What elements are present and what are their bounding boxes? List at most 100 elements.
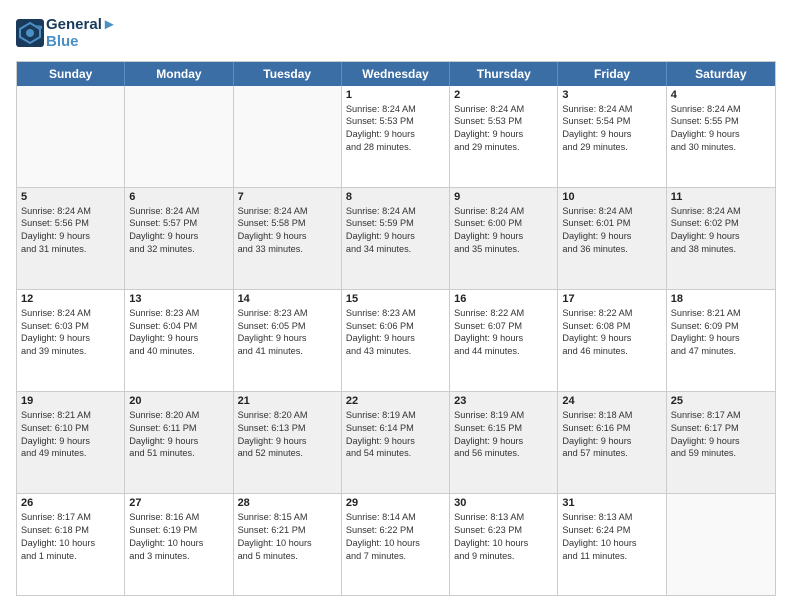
cell-info: Sunrise: 8:24 AM Sunset: 6:01 PM Dayligh… (562, 205, 661, 257)
cal-cell (234, 86, 342, 187)
cell-info: Sunrise: 8:20 AM Sunset: 6:13 PM Dayligh… (238, 409, 337, 461)
cell-info: Sunrise: 8:22 AM Sunset: 6:08 PM Dayligh… (562, 307, 661, 359)
cell-info: Sunrise: 8:24 AM Sunset: 5:57 PM Dayligh… (129, 205, 228, 257)
cal-cell: 20 Sunrise: 8:20 AM Sunset: 6:11 PM Dayli… (125, 392, 233, 493)
week-row-3: 12 Sunrise: 8:24 AM Sunset: 6:03 PM Dayli… (17, 290, 775, 392)
day-number: 5 (21, 191, 120, 203)
day-number: 10 (562, 191, 661, 203)
cal-cell: 19 Sunrise: 8:21 AM Sunset: 6:10 PM Dayli… (17, 392, 125, 493)
header-day-wednesday: Wednesday (342, 62, 450, 86)
header-day-monday: Monday (125, 62, 233, 86)
cal-cell: 31Sunrise: 8:13 AM Sunset: 6:24 PM Dayli… (558, 494, 666, 595)
cal-cell: 22 Sunrise: 8:19 AM Sunset: 6:14 PM Dayli… (342, 392, 450, 493)
week-row-2: 5 Sunrise: 8:24 AM Sunset: 5:56 PM Daylig… (17, 188, 775, 290)
cal-cell: 11 Sunrise: 8:24 AM Sunset: 6:02 PM Dayli… (667, 188, 775, 289)
cell-info: Sunrise: 8:24 AM Sunset: 5:53 PM Dayligh… (454, 103, 553, 155)
cell-info: Sunrise: 8:24 AM Sunset: 5:58 PM Dayligh… (238, 205, 337, 257)
day-number: 28 (238, 497, 337, 509)
day-number: 29 (346, 497, 445, 509)
cal-cell: 23 Sunrise: 8:19 AM Sunset: 6:15 PM Dayli… (450, 392, 558, 493)
cell-info: Sunrise: 8:20 AM Sunset: 6:11 PM Dayligh… (129, 409, 228, 461)
day-number: 19 (21, 395, 120, 407)
cell-info: Sunrise: 8:19 AM Sunset: 6:15 PM Dayligh… (454, 409, 553, 461)
day-number: 14 (238, 293, 337, 305)
cal-cell: 27 Sunrise: 8:16 AM Sunset: 6:19 PM Dayli… (125, 494, 233, 595)
cell-info: Sunrise: 8:19 AM Sunset: 6:14 PM Dayligh… (346, 409, 445, 461)
calendar-body: 1 Sunrise: 8:24 AM Sunset: 5:53 PM Daylig… (17, 86, 775, 596)
cell-info: Sunrise: 8:14 AM Sunset: 6:22 PM Dayligh… (346, 511, 445, 563)
cell-info: Sunrise: 8:18 AM Sunset: 6:16 PM Dayligh… (562, 409, 661, 461)
day-number: 9 (454, 191, 553, 203)
cell-info: Sunrise: 8:16 AM Sunset: 6:19 PM Dayligh… (129, 511, 228, 563)
logo-text: General► Blue (46, 16, 117, 51)
day-number: 24 (562, 395, 661, 407)
cell-info: Sunrise: 8:17 AM Sunset: 6:17 PM Dayligh… (671, 409, 771, 461)
day-number: 2 (454, 89, 553, 101)
header-day-friday: Friday (558, 62, 666, 86)
cell-info: Sunrise: 8:24 AM Sunset: 5:59 PM Dayligh… (346, 205, 445, 257)
cell-info: Sunrise: 8:24 AM Sunset: 5:55 PM Dayligh… (671, 103, 771, 155)
day-number: 16 (454, 293, 553, 305)
cal-cell (125, 86, 233, 187)
day-number: 6 (129, 191, 228, 203)
day-number: 11 (671, 191, 771, 203)
cal-cell: 10 Sunrise: 8:24 AM Sunset: 6:01 PM Dayli… (558, 188, 666, 289)
day-number: 15 (346, 293, 445, 305)
day-number: 12 (21, 293, 120, 305)
calendar-header-row: SundayMondayTuesdayWednesdayThursdayFrid… (17, 62, 775, 86)
day-number: 1 (346, 89, 445, 101)
cal-cell: 18Sunrise: 8:21 AM Sunset: 6:09 PM Dayli… (667, 290, 775, 391)
day-number: 21 (238, 395, 337, 407)
cell-info: Sunrise: 8:13 AM Sunset: 6:23 PM Dayligh… (454, 511, 553, 563)
day-number: 4 (671, 89, 771, 101)
cal-cell (17, 86, 125, 187)
cell-info: Sunrise: 8:24 AM Sunset: 6:00 PM Dayligh… (454, 205, 553, 257)
day-number: 7 (238, 191, 337, 203)
day-number: 22 (346, 395, 445, 407)
day-number: 31 (562, 497, 661, 509)
cal-cell (667, 494, 775, 595)
cal-cell: 13 Sunrise: 8:23 AM Sunset: 6:04 PM Dayli… (125, 290, 233, 391)
day-number: 3 (562, 89, 661, 101)
day-number: 25 (671, 395, 771, 407)
week-row-5: 26Sunrise: 8:17 AM Sunset: 6:18 PM Dayli… (17, 494, 775, 595)
cal-cell: 17 Sunrise: 8:22 AM Sunset: 6:08 PM Dayli… (558, 290, 666, 391)
header-day-thursday: Thursday (450, 62, 558, 86)
cal-cell: 24 Sunrise: 8:18 AM Sunset: 6:16 PM Dayli… (558, 392, 666, 493)
cal-cell: 8 Sunrise: 8:24 AM Sunset: 5:59 PM Daylig… (342, 188, 450, 289)
logo-icon (16, 19, 44, 47)
day-number: 13 (129, 293, 228, 305)
day-number: 20 (129, 395, 228, 407)
cal-cell: 16 Sunrise: 8:22 AM Sunset: 6:07 PM Dayli… (450, 290, 558, 391)
header: General► Blue (16, 16, 776, 51)
cal-cell: 2 Sunrise: 8:24 AM Sunset: 5:53 PM Daylig… (450, 86, 558, 187)
cal-cell: 26Sunrise: 8:17 AM Sunset: 6:18 PM Dayli… (17, 494, 125, 595)
cell-info: Sunrise: 8:23 AM Sunset: 6:04 PM Dayligh… (129, 307, 228, 359)
cell-info: Sunrise: 8:22 AM Sunset: 6:07 PM Dayligh… (454, 307, 553, 359)
week-row-1: 1 Sunrise: 8:24 AM Sunset: 5:53 PM Daylig… (17, 86, 775, 188)
cell-info: Sunrise: 8:24 AM Sunset: 6:03 PM Dayligh… (21, 307, 120, 359)
cal-cell: 28 Sunrise: 8:15 AM Sunset: 6:21 PM Dayli… (234, 494, 342, 595)
cell-info: Sunrise: 8:21 AM Sunset: 6:10 PM Dayligh… (21, 409, 120, 461)
cal-cell: 25 Sunrise: 8:17 AM Sunset: 6:17 PM Dayli… (667, 392, 775, 493)
cal-cell: 6 Sunrise: 8:24 AM Sunset: 5:57 PM Daylig… (125, 188, 233, 289)
cal-cell: 7 Sunrise: 8:24 AM Sunset: 5:58 PM Daylig… (234, 188, 342, 289)
cell-info: Sunrise: 8:23 AM Sunset: 6:06 PM Dayligh… (346, 307, 445, 359)
day-number: 23 (454, 395, 553, 407)
day-number: 8 (346, 191, 445, 203)
cell-info: Sunrise: 8:24 AM Sunset: 5:56 PM Dayligh… (21, 205, 120, 257)
cal-cell: 3Sunrise: 8:24 AM Sunset: 5:54 PM Daylig… (558, 86, 666, 187)
cell-info: Sunrise: 8:15 AM Sunset: 6:21 PM Dayligh… (238, 511, 337, 563)
cell-info: Sunrise: 8:17 AM Sunset: 6:18 PM Dayligh… (21, 511, 120, 563)
calendar: SundayMondayTuesdayWednesdayThursdayFrid… (16, 61, 776, 597)
day-number: 17 (562, 293, 661, 305)
day-number: 27 (129, 497, 228, 509)
page: General► Blue SundayMondayTuesdayWednesd… (0, 0, 792, 612)
header-day-tuesday: Tuesday (234, 62, 342, 86)
header-day-sunday: Sunday (17, 62, 125, 86)
cal-cell: 4 Sunrise: 8:24 AM Sunset: 5:55 PM Daylig… (667, 86, 775, 187)
cal-cell: 14Sunrise: 8:23 AM Sunset: 6:05 PM Dayli… (234, 290, 342, 391)
cell-info: Sunrise: 8:24 AM Sunset: 5:53 PM Dayligh… (346, 103, 445, 155)
day-number: 30 (454, 497, 553, 509)
cell-info: Sunrise: 8:24 AM Sunset: 6:02 PM Dayligh… (671, 205, 771, 257)
